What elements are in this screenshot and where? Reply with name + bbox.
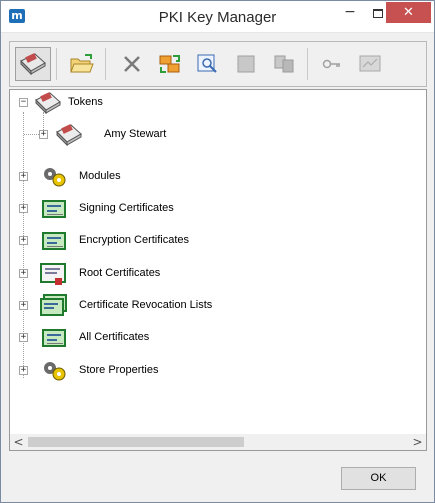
- certificate-properties-button[interactable]: [352, 47, 388, 81]
- tree-item-label: Certificate Revocation Lists: [79, 299, 213, 311]
- open-folder-icon: [70, 54, 94, 73]
- certificate-properties-icon: [359, 55, 381, 72]
- tree-item-signing-certificates[interactable]: + Signing Certificates: [10, 196, 426, 222]
- disabled-icon: [237, 55, 255, 73]
- minimize-button[interactable]: −: [336, 5, 364, 26]
- view-certificate-icon: [197, 54, 217, 73]
- tree-item-tokens[interactable]: − Tokens: [10, 90, 426, 116]
- title-bar[interactable]: m PKI Key Manager − ✕: [1, 1, 434, 33]
- expand-icon[interactable]: +: [19, 366, 28, 375]
- expand-icon[interactable]: +: [19, 172, 28, 181]
- token-reader-icon: [35, 92, 61, 115]
- tree-item-label: Signing Certificates: [79, 202, 174, 214]
- tree-view[interactable]: − Tokens + Amy Stewart + Modules + Signi…: [9, 89, 427, 451]
- ok-button[interactable]: OK: [341, 467, 416, 490]
- tree-item-label: Amy Stewart: [104, 128, 167, 140]
- tree-item-label: All Certificates: [79, 331, 150, 343]
- tree-item-label: Root Certificates: [79, 267, 161, 279]
- toolbar-separator: [56, 48, 57, 80]
- scroll-thumb[interactable]: [28, 437, 244, 447]
- expand-icon[interactable]: +: [19, 204, 28, 213]
- tree-item-label: Modules: [79, 170, 121, 182]
- expand-icon[interactable]: +: [19, 301, 28, 310]
- disabled-button[interactable]: [228, 47, 264, 81]
- tree-item-certificate-revocation-lists[interactable]: + Certificate Revocation Lists: [10, 293, 426, 319]
- import-export-icon: [159, 55, 180, 73]
- tree-connector-line: [24, 134, 39, 135]
- tree-item-root-certificates[interactable]: + Root Certificates: [10, 261, 426, 287]
- token-reader-icon: [20, 53, 46, 76]
- open-button[interactable]: [64, 47, 100, 81]
- certificate-icon: [39, 197, 69, 221]
- tree-item-amy-stewart[interactable]: + Amy Stewart: [10, 122, 426, 148]
- view-certificate-button[interactable]: [190, 47, 226, 81]
- tree-item-label: Store Properties: [79, 364, 159, 376]
- certificate-icon: [39, 326, 69, 350]
- certificate-icon: [39, 229, 69, 253]
- key-button[interactable]: [314, 47, 350, 81]
- expand-icon[interactable]: +: [39, 130, 48, 139]
- store-properties-gear-icon: [44, 362, 66, 381]
- collapse-icon[interactable]: −: [19, 98, 28, 107]
- toolbar-separator: [105, 48, 106, 80]
- maximize-icon: [373, 9, 383, 18]
- delete-button[interactable]: [114, 47, 150, 81]
- key-icon: [322, 59, 340, 69]
- tree-item-label: Encryption Certificates: [79, 234, 190, 246]
- scroll-left-button[interactable]: <: [10, 434, 27, 450]
- pki-key-manager-window: m PKI Key Manager − ✕ − Tokens + Amy Ste…: [0, 0, 435, 503]
- toolbar-separator: [307, 48, 308, 80]
- crl-icon: [40, 294, 67, 316]
- tree-item-modules[interactable]: + Modules: [10, 164, 426, 190]
- token-reader-icon: [56, 124, 82, 147]
- expand-icon[interactable]: +: [19, 236, 28, 245]
- tree-item-store-properties[interactable]: + Store Properties: [10, 358, 426, 384]
- horizontal-scrollbar[interactable]: < >: [9, 434, 427, 451]
- root-certificate-icon: [40, 263, 66, 285]
- tree-item-encryption-certificates[interactable]: + Encryption Certificates: [10, 228, 426, 254]
- expand-icon[interactable]: +: [19, 269, 28, 278]
- modules-gear-icon: [44, 168, 66, 187]
- scroll-right-button[interactable]: >: [409, 434, 426, 450]
- token-reader-button[interactable]: [15, 47, 51, 81]
- close-button[interactable]: ✕: [386, 2, 431, 23]
- toolbar: [9, 41, 427, 87]
- tree-item-label: Tokens: [68, 96, 103, 108]
- copy-button[interactable]: [266, 47, 302, 81]
- import-export-button[interactable]: [152, 47, 188, 81]
- copy-icon: [274, 55, 294, 73]
- tree-item-all-certificates[interactable]: + All Certificates: [10, 325, 426, 351]
- delete-icon: [124, 56, 140, 72]
- expand-icon[interactable]: +: [19, 333, 28, 342]
